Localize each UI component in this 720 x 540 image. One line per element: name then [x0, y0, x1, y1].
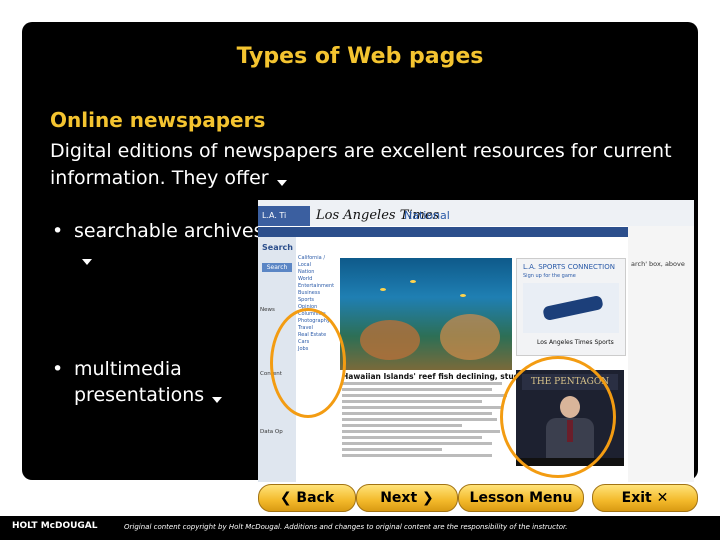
side-text: arch' box, above [631, 260, 685, 268]
highlight-circle [500, 356, 616, 478]
coral-shape [360, 320, 420, 360]
list-item: Business [298, 290, 321, 296]
fish-icon [460, 294, 466, 297]
sports-subtitle: Sign up for the game [523, 273, 576, 279]
reveal-arrow-icon[interactable] [82, 259, 92, 265]
highlight-circle [270, 308, 346, 418]
story-text [342, 382, 512, 460]
exit-button[interactable]: Exit ✕ [592, 484, 698, 512]
sports-ad: L.A. SPORTS CONNECTION Sign up for the g… [516, 258, 626, 356]
slide-title: Types of Web pages [236, 44, 484, 69]
reveal-arrow-icon[interactable] [212, 397, 223, 403]
panel-label: News [260, 307, 275, 313]
browser-tab: L.A. Ti [258, 206, 310, 226]
copyright-text: Original content copyright by Holt McDou… [124, 523, 568, 531]
list-item: California / Local [298, 255, 326, 268]
bullet-icon: • [52, 358, 64, 380]
site-header: L.A. Ti Los Angeles Times National [258, 200, 694, 226]
footer-bar: HOLT McDOUGAL Original content copyright… [0, 516, 720, 540]
list-item: • searchable archives [50, 218, 274, 270]
search-label: Search [262, 243, 293, 252]
section-heading: Online newspapers [50, 108, 266, 132]
list-item: Sports [298, 297, 315, 303]
sports-title: L.A. SPORTS CONNECTION [523, 263, 615, 271]
section-name: National [404, 209, 450, 222]
next-button[interactable]: Next ❯ [356, 484, 458, 512]
list-item: Entertainment [298, 283, 335, 289]
list-item: Nation [298, 269, 315, 275]
browser-side-strip: arch' box, above [628, 226, 694, 482]
sports-image [523, 283, 619, 333]
list-item: World [298, 276, 313, 282]
fish-icon [380, 288, 386, 291]
sports-logo: Los Angeles Times Sports [537, 339, 614, 346]
coral-shape [440, 314, 500, 360]
reef-photo [340, 258, 512, 370]
reveal-arrow-icon[interactable] [276, 180, 287, 186]
intro-text: Digital editions of newspapers are excel… [50, 140, 672, 189]
publisher-logo: HOLT McDOUGAL [12, 521, 98, 531]
lesson-menu-button[interactable]: Lesson Menu [458, 484, 584, 512]
back-button[interactable]: ❮ Back [258, 484, 356, 512]
panel-label: Data Op [260, 429, 283, 435]
player-shape [542, 294, 604, 322]
fish-icon [410, 280, 416, 283]
search-button: Search [262, 263, 292, 272]
bullet-icon: • [52, 220, 64, 242]
